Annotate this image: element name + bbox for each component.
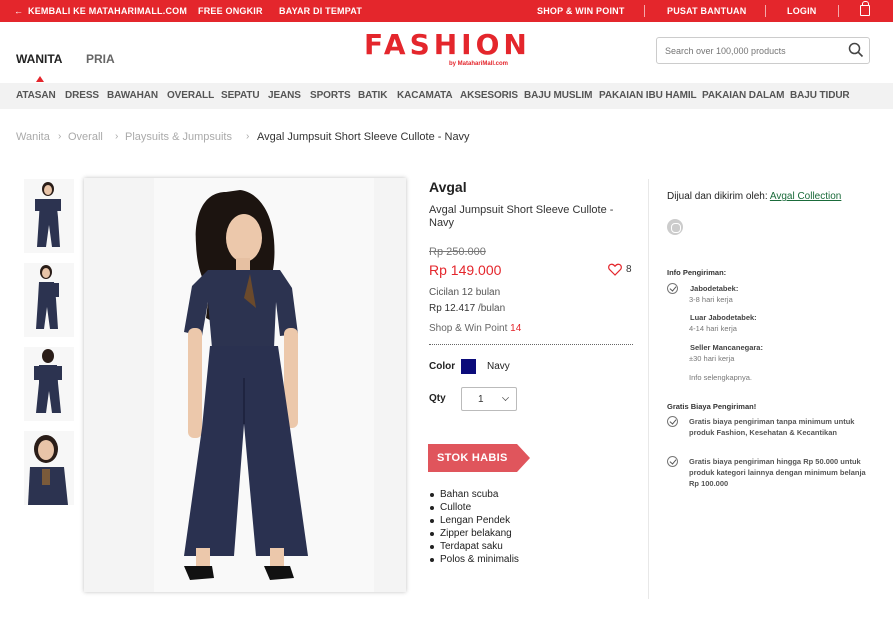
installment-unit: /bulan (477, 303, 506, 314)
chevron-down-icon (502, 394, 509, 401)
category-overall[interactable]: OVERALL (167, 90, 214, 101)
win-point-value: 14 (510, 323, 522, 334)
zone-name: Jabodetabek: (690, 284, 739, 293)
logo-subtitle: by MatahariMall.com (449, 61, 509, 67)
bag-icon[interactable] (860, 1, 870, 16)
check-circle-icon (667, 456, 678, 467)
feature-item: Zipper belakang (429, 527, 519, 540)
seller-badge-icon (667, 219, 683, 235)
category-jeans[interactable]: JEANS (268, 90, 301, 101)
category-baju-muslim[interactable]: BAJU MUSLIM (524, 90, 592, 101)
zone-time: 3-8 hari kerja (689, 295, 733, 304)
gender-tab-wanita[interactable]: WANITA (16, 52, 62, 66)
search-input[interactable] (665, 43, 835, 59)
breadcrumb-item[interactable]: Wanita (16, 131, 50, 143)
zone-name: Luar Jabodetabek: (690, 313, 757, 322)
like-count: 8 (626, 264, 632, 275)
category-bawahan[interactable]: BAWAHAN (107, 90, 158, 101)
category-sepatu[interactable]: SEPATU (221, 90, 260, 101)
free-shipping-item: Gratis biaya pengiriman hingga Rp 50.000… (689, 457, 866, 488)
divider (429, 344, 633, 345)
qty-select[interactable]: 1 (461, 387, 517, 411)
divider (644, 5, 645, 17)
installment-value: Rp 12.417 /bulan (429, 303, 505, 314)
gender-tab-pria[interactable]: PRIA (86, 52, 115, 66)
out-of-stock-button[interactable]: STOK HABIS (428, 444, 530, 472)
chevron-right-icon: › (115, 131, 119, 142)
search-box (656, 37, 870, 64)
feature-item: Cullote (429, 501, 519, 514)
back-to-mall-link[interactable]: KEMBALI KE MATAHARIMALL.COM (28, 6, 187, 16)
feature-list: Bahan scuba Cullote Lengan Pendek Zipper… (429, 488, 519, 566)
category-nav: ATASAN DRESS BAWAHAN OVERALL SEPATU JEAN… (0, 83, 893, 109)
product-thumbnail[interactable] (24, 347, 74, 421)
color-swatch[interactable] (461, 359, 476, 374)
feature-item: Polos & minimalis (429, 553, 519, 566)
feature-item: Lengan Pendek (429, 514, 519, 527)
category-baju-tidur[interactable]: BAJU TIDUR (790, 90, 850, 101)
zone-time: 4-14 hari kerja (689, 324, 737, 333)
shop-win-point-link[interactable]: SHOP & WIN POINT (537, 6, 625, 16)
category-pakaian-ibu-hamil[interactable]: PAKAIAN IBU HAMIL (599, 90, 697, 101)
win-point-label: Shop & Win Point (429, 323, 508, 334)
original-price: Rp 250.000 (429, 246, 486, 258)
category-batik[interactable]: BATIK (358, 90, 387, 101)
breadcrumb-item[interactable]: Playsuits & Jumpsuits (125, 131, 232, 143)
win-point: Shop & Win Point 14 (429, 323, 521, 334)
help-center-link[interactable]: PUSAT BANTUAN (667, 6, 746, 16)
out-of-stock-label: STOK HABIS (437, 452, 508, 464)
category-atasan[interactable]: ATASAN (16, 90, 56, 101)
active-tab-indicator (36, 76, 44, 82)
column-divider (648, 179, 649, 599)
free-shipping-item: Gratis biaya pengiriman tanpa minimum un… (689, 417, 855, 437)
sale-price: Rp 149.000 (429, 262, 502, 278)
login-link[interactable]: LOGIN (787, 6, 817, 16)
color-name: Navy (487, 361, 510, 372)
qty-label: Qty (429, 393, 446, 404)
seller-link[interactable]: Avgal Collection (770, 191, 842, 202)
divider (765, 5, 766, 17)
check-circle-icon (667, 416, 678, 427)
shipping-more-link[interactable]: Info selengkapnya. (689, 373, 752, 382)
feature-item: Bahan scuba (429, 488, 519, 501)
zone-name: Seller Mancanegara: (690, 343, 763, 352)
product-thumbnail[interactable] (24, 431, 74, 505)
product-name: Avgal Jumpsuit Short Sleeve Cullote - Na… (429, 204, 614, 229)
back-arrow-icon: ← (14, 6, 24, 16)
product-thumbnail[interactable] (24, 179, 74, 253)
seller-info: Dijual dan dikirim oleh: Avgal Collectio… (667, 191, 841, 202)
search-icon[interactable] (848, 42, 864, 58)
free-shipping-link[interactable]: FREE ONGKIR (198, 6, 263, 16)
category-dress[interactable]: DRESS (65, 90, 99, 101)
category-kacamata[interactable]: KACAMATA (397, 90, 453, 101)
shipping-info-title: Info Pengiriman: (667, 268, 727, 277)
seller-label: Dijual dan dikirim oleh: (667, 191, 768, 202)
product-thumbnail[interactable] (24, 263, 74, 337)
breadcrumb-item[interactable]: Overall (68, 131, 103, 143)
divider (838, 5, 839, 17)
color-label: Color (429, 361, 456, 372)
installment-amount: Rp 12.417 (429, 303, 476, 314)
free-shipping-title: Gratis Biaya Pengiriman! (667, 402, 757, 411)
top-bar: ← KEMBALI KE MATAHARIMALL.COM FREE ONGKI… (0, 0, 893, 22)
heart-icon[interactable] (608, 263, 622, 276)
installment-label: Cicilan 12 bulan (429, 287, 501, 298)
qty-value: 1 (478, 394, 484, 405)
feature-item: Terdapat saku (429, 540, 519, 553)
category-pakaian-dalam[interactable]: PAKAIAN DALAM (702, 90, 785, 101)
cod-link[interactable]: BAYAR DI TEMPAT (279, 6, 362, 16)
chevron-right-icon: › (58, 131, 62, 142)
product-main-image[interactable] (84, 178, 406, 592)
zone-time: ±30 hari kerja (689, 354, 735, 363)
product-brand[interactable]: Avgal (429, 179, 467, 195)
check-circle-icon (667, 283, 678, 294)
category-sports[interactable]: SPORTS (310, 90, 351, 101)
fashion-logo[interactable]: FASHION (364, 28, 531, 61)
breadcrumb-current: Avgal Jumpsuit Short Sleeve Cullote - Na… (257, 131, 470, 143)
category-aksesoris[interactable]: AKSESORIS (460, 90, 518, 101)
chevron-right-icon: › (246, 131, 250, 142)
